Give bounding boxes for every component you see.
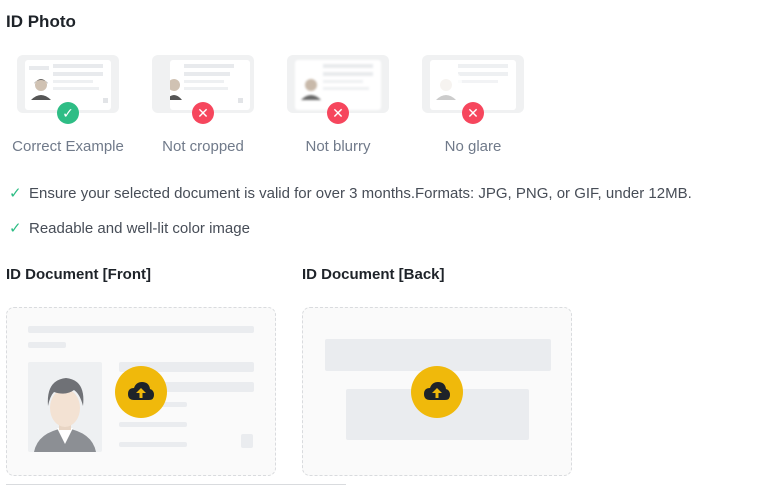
requirement-text: Ensure your selected document is valid f… [29, 184, 692, 202]
id-card-illustration [166, 64, 243, 103]
check-icon: ✓ [9, 220, 22, 237]
example-thumbnail: ✕ [287, 55, 389, 124]
example-not-blurry: ✕ Not blurry [270, 55, 406, 155]
check-icon: ✓ [9, 185, 22, 202]
card-placeholder-bar [28, 326, 254, 333]
back-document-title: ID Document [Back] [302, 266, 445, 283]
example-label: Not blurry [305, 138, 371, 155]
upload-button-back[interactable] [411, 366, 463, 418]
x-circle-icon: ✕ [327, 102, 349, 124]
card-placeholder-bar [28, 342, 66, 348]
example-not-cropped: ✕ Not cropped [135, 55, 271, 155]
upload-cloud-icon [424, 382, 450, 400]
requirement-item: ✓ Readable and well-lit color image [9, 219, 250, 238]
example-label: Not cropped [162, 138, 244, 155]
check-circle-icon: ✓ [57, 102, 79, 124]
card-placeholder-bar [241, 434, 253, 448]
example-no-glare: ✕ No glare [405, 55, 541, 155]
x-circle-icon: ✕ [192, 102, 214, 124]
example-thumbnail: ✓ [17, 55, 119, 124]
example-thumbnail: ✕ [152, 55, 254, 124]
example-correct: ✓ Correct Example [0, 55, 136, 155]
example-list: ✓ Correct Example ✕ Not cropped ✕ Not bl… [0, 55, 560, 160]
upload-button-front[interactable] [115, 366, 167, 418]
divider [6, 484, 346, 485]
card-placeholder-bar [119, 442, 187, 447]
card-placeholder-bar [119, 422, 187, 427]
x-circle-icon: ✕ [462, 102, 484, 124]
front-document-title: ID Document [Front] [6, 266, 151, 283]
example-thumbnail: ✕ [422, 55, 524, 124]
back-upload-area[interactable] [302, 307, 572, 476]
front-upload-area[interactable] [6, 307, 276, 476]
person-avatar [34, 378, 96, 452]
example-label: No glare [444, 138, 502, 155]
requirement-text: Readable and well-lit color image [29, 219, 250, 237]
id-photo-title: ID Photo [6, 12, 76, 31]
upload-cloud-icon [128, 382, 154, 400]
example-label: Correct Example [12, 138, 124, 155]
requirement-item: ✓ Ensure your selected document is valid… [9, 184, 692, 203]
